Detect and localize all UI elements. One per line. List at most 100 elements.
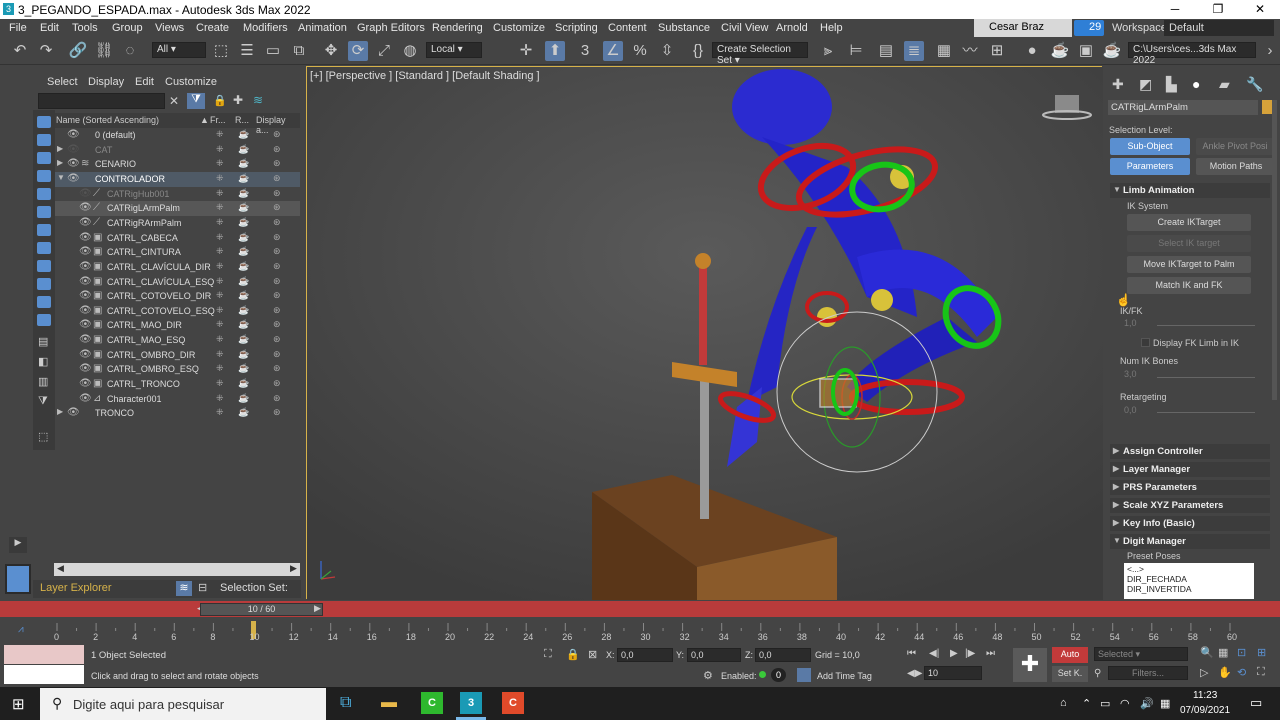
freeze-icon[interactable]: ⁜ — [216, 276, 224, 287]
explorer-hscrollbar[interactable]: ◀ ▶ — [54, 563, 300, 576]
visibility-eye-icon[interactable]: 👁 — [79, 188, 92, 199]
column-name[interactable]: Name (Sorted Ascending) — [56, 115, 159, 125]
perspective-viewport[interactable] — [306, 66, 1103, 600]
render-teapot-icon[interactable]: ☕ — [238, 305, 249, 316]
freeze-icon[interactable]: ⁜ — [216, 378, 224, 389]
table-row[interactable]: 👁 ▣ CATRL_OMBRO_DIR ⁜ ☕ ⊛ — [55, 348, 300, 363]
file-explorer-icon[interactable]: ▬ — [381, 694, 397, 712]
explorer-tab-select[interactable]: Select — [47, 76, 78, 88]
visibility-eye-icon[interactable]: 👁 — [79, 290, 92, 301]
render-teapot-icon[interactable]: ☕ — [238, 129, 249, 140]
link-icon[interactable]: 🔗 — [68, 41, 88, 61]
display-tab-icon[interactable]: ▰ — [1219, 76, 1230, 93]
display-mode-icon[interactable]: ⊛ — [273, 217, 281, 228]
placement-icon[interactable]: ◍ — [400, 41, 420, 61]
scroll-left-icon[interactable]: ◀ — [57, 563, 64, 574]
y-coordinate-field[interactable]: 0,0 — [687, 648, 741, 662]
isolate-icon[interactable]: ⛶ — [544, 648, 552, 661]
visibility-eye-icon[interactable]: 👁 — [79, 319, 92, 330]
hierarchy-tab-icon[interactable]: ▙ — [1166, 76, 1177, 93]
column-render[interactable]: R... — [235, 115, 249, 125]
pan-icon[interactable]: ✋ — [1218, 666, 1232, 679]
fov-icon[interactable]: ▷ — [1200, 666, 1208, 679]
table-row[interactable]: 👁 ▣ CATRL_COTOVELO_DIR ⁜ ☕ ⊛ — [55, 289, 300, 304]
menu-civil-view[interactable]: Civil View — [721, 22, 768, 34]
freeze-icon[interactable]: ⁜ — [216, 261, 224, 272]
display-mode-icon[interactable]: ⊛ — [273, 173, 281, 184]
keyframe-count[interactable]: 0 — [771, 668, 786, 682]
display-frozen-icon[interactable] — [37, 314, 51, 326]
scale-icon[interactable]: ⤢ — [374, 41, 394, 61]
clock-time[interactable]: 11:23 — [1193, 690, 1217, 701]
minimize-button[interactable]: ─ — [1160, 2, 1190, 16]
bind-spacewarp-icon[interactable]: ◌ — [120, 41, 140, 61]
render-teapot-icon[interactable]: ☕ — [238, 173, 249, 184]
create-tab-icon[interactable]: ✚ — [1112, 76, 1124, 93]
render-teapot-icon[interactable]: ☕ — [238, 202, 249, 213]
freeze-icon[interactable]: ⁜ — [216, 305, 224, 316]
list-item[interactable]: <...> — [1127, 564, 1251, 574]
freeze-icon[interactable]: ⁜ — [216, 217, 224, 228]
prev-key-icon[interactable]: ◀| — [929, 648, 939, 659]
display-mode-icon[interactable]: ⊛ — [273, 349, 281, 360]
visibility-eye-icon[interactable]: 👁 — [79, 202, 92, 213]
display-bones-icon[interactable] — [37, 278, 51, 290]
user-account[interactable]: Cesar Braz — [974, 19, 1072, 37]
visibility-eye-icon[interactable]: 👁 — [67, 173, 80, 184]
tray-chevron-icon[interactable]: ⌃ — [1082, 697, 1091, 710]
display-containers-icon[interactable] — [37, 296, 51, 308]
key-filters-button[interactable]: Filters... — [1108, 666, 1188, 680]
freeze-icon[interactable]: ⁜ — [216, 202, 224, 213]
mini-curve-editor-icon[interactable]: ⩘ — [18, 624, 24, 635]
set-key-icon[interactable]: ✚ — [1013, 648, 1047, 682]
display-cameras-icon[interactable] — [37, 188, 51, 200]
rollout-assign-controller[interactable]: ▶ Assign Controller — [1110, 444, 1270, 459]
motion-paths-button[interactable]: Motion Paths — [1196, 158, 1276, 175]
clock-date[interactable]: 07/09/2021 — [1180, 705, 1230, 716]
workspace-dropdown[interactable]: Default — [1164, 20, 1274, 36]
task-view-icon[interactable]: ⧉ — [340, 694, 351, 712]
move-iktarget-button[interactable]: Move IKTarget to Palm — [1127, 256, 1251, 273]
snaps-toggle-icon[interactable]: 3 — [575, 41, 595, 61]
freeze-icon[interactable]: ⁜ — [216, 407, 224, 418]
notifications-badge[interactable]: 29 — [1074, 20, 1104, 36]
table-row[interactable]: 👁 ▣ CATRL_TRONCO ⁜ ☕ ⊛ — [55, 377, 300, 392]
display-mode-icon[interactable]: ⊛ — [273, 407, 281, 418]
ikfk-value[interactable]: 1,0 — [1124, 318, 1137, 328]
people-icon[interactable]: ⌂ — [1060, 697, 1067, 709]
freeze-icon[interactable]: ⁜ — [216, 393, 224, 404]
layer-explorer-icon[interactable]: ≣ — [904, 41, 924, 61]
table-row[interactable]: 👁 ▣ CATRL_MAO_ESQ ⁜ ☕ ⊛ — [55, 333, 300, 348]
visibility-eye-icon[interactable]: 👁 — [79, 363, 92, 374]
maxscript-listener-white[interactable] — [4, 665, 84, 684]
render-teapot-icon[interactable]: ☕ — [238, 144, 249, 155]
display-mode-icon[interactable]: ⊛ — [273, 188, 281, 199]
expand-toggle-icon[interactable]: ▶ — [57, 158, 63, 167]
key-filter-dropdown[interactable]: Selected ▾ — [1094, 647, 1188, 661]
maxscript-listener-pink[interactable] — [4, 645, 84, 664]
close-button[interactable]: ✕ — [1245, 2, 1275, 16]
display-xrefs-icon[interactable] — [37, 260, 51, 272]
display-mode-icon[interactable]: ⊛ — [273, 261, 281, 272]
rollout-digit-manager[interactable]: ▼ Digit Manager — [1110, 534, 1270, 549]
freeze-icon[interactable]: ⁜ — [216, 188, 224, 199]
table-row[interactable]: 👁 ⟋ CATRigLArmPalm ⁜ ☕ ⊛ — [55, 201, 300, 217]
play-icon[interactable]: ▶ — [950, 648, 958, 659]
material-editor-icon[interactable]: ● — [1022, 41, 1042, 61]
zoom-icon[interactable]: 🔍 — [1200, 646, 1214, 659]
select-manipulate-icon[interactable]: ⬆ — [545, 41, 565, 61]
display-helpers-icon[interactable] — [37, 206, 51, 218]
wifi-icon[interactable]: ◠ — [1120, 697, 1130, 710]
current-frame-field[interactable]: 10 — [924, 666, 982, 680]
reference-coord-dropdown[interactable]: Local ▾ — [426, 42, 482, 58]
display-filter-icon[interactable]: ⧩ — [38, 395, 48, 408]
visibility-eye-icon[interactable]: 👁 — [79, 378, 92, 389]
table-row[interactable]: 👁 0 (default) ⁜ ☕ ⊛ — [55, 128, 300, 143]
render-teapot-icon[interactable]: ☕ — [238, 232, 249, 243]
layer-explorer-label[interactable]: Layer Explorer — [40, 582, 112, 594]
column-frozen[interactable]: Fr... — [210, 115, 226, 125]
undo-icon[interactable]: ↶ — [10, 41, 30, 61]
key-mode-icon[interactable]: ◀▶ — [907, 668, 922, 679]
clear-search-icon[interactable]: ✕ — [169, 94, 179, 108]
spinner-snap-icon[interactable]: ⇳ — [657, 41, 677, 61]
